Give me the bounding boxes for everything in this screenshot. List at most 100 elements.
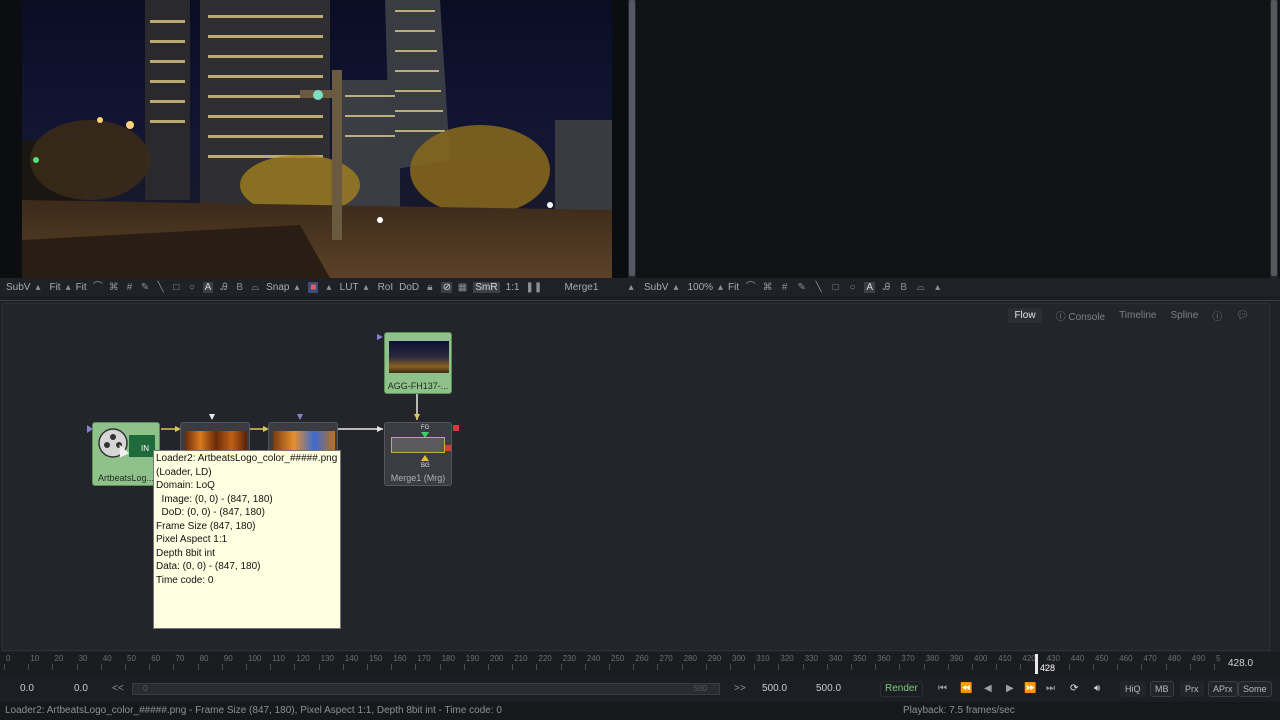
ellipse-tool-icon[interactable]: ○ <box>847 282 858 293</box>
time-ruler-tick-label: 180 <box>441 654 455 663</box>
zoom-menu-right[interactable]: 100% ▴ Fit <box>687 282 739 293</box>
text-b-icon[interactable]: B <box>898 282 909 293</box>
dropdown-arrow-icon: ▴ <box>673 281 679 293</box>
time-ruler-tick-label: 450 <box>1095 654 1109 663</box>
time-ruler-tick-label: 480 <box>1167 654 1181 663</box>
viewer-right-scrollbar[interactable] <box>1270 0 1278 278</box>
step-back-icon[interactable]: ⏪ <box>960 683 972 694</box>
fit-button-label: Fit <box>728 281 740 293</box>
time-ruler-tick-mark <box>972 664 973 670</box>
time-ruler-tick-mark <box>609 664 610 670</box>
scroll-forward-button[interactable]: >> <box>734 683 746 694</box>
roi-button[interactable]: RoI <box>378 282 394 293</box>
mb-button[interactable]: MB <box>1150 681 1174 697</box>
render-end-field[interactable]: 500.0 <box>762 683 787 694</box>
fit-zoom-label: Fit <box>49 281 61 293</box>
grid-icon[interactable]: # <box>125 282 135 293</box>
pause-icon[interactable]: ❚❚ <box>525 282 542 293</box>
play-reverse-icon[interactable]: ◀ <box>984 683 992 694</box>
pen-icon[interactable]: ✎ <box>140 282 150 293</box>
some-button[interactable]: Some <box>1238 681 1272 697</box>
lock-icon[interactable]: 🔒︎ <box>425 282 435 293</box>
merge-bg-input[interactable] <box>421 455 429 461</box>
aprx-button[interactable]: APrx <box>1208 681 1238 697</box>
time-ruler-tick-label: 200 <box>490 654 504 663</box>
time-ruler-tick-label: 70 <box>175 654 185 663</box>
time-ruler-tick-mark <box>923 664 925 670</box>
dropdown-arrow-icon: ▴ <box>35 281 41 293</box>
text-ab-icon[interactable]: Ꭿ <box>219 282 229 293</box>
node-merge[interactable]: FG BG Merge1 (Mrg) <box>384 422 452 486</box>
playhead[interactable] <box>1035 654 1038 674</box>
global-end-field[interactable]: 500.0 <box>816 683 841 694</box>
view-name-menu[interactable]: Merge1 <box>564 282 598 293</box>
subview-menu-right[interactable]: SubV ▴ <box>644 282 681 293</box>
audio-icon[interactable]: 🔊︎ <box>1094 683 1100 694</box>
bspline-tool-icon[interactable]: ⌘ <box>109 282 119 293</box>
time-ruler-tick-label: 360 <box>877 654 891 663</box>
time-ruler-tick-label: 30 <box>78 654 88 663</box>
grid-icon[interactable]: # <box>779 282 790 293</box>
lut-menu[interactable]: LUT ▴ <box>340 282 372 293</box>
current-frame-field[interactable]: 428.0 <box>1228 658 1253 669</box>
subview-label: SubV <box>6 281 31 293</box>
text-a-icon[interactable]: A <box>202 281 214 293</box>
render-start-field[interactable]: 0.0 <box>74 683 88 694</box>
time-ruler-tick-mark <box>512 664 514 670</box>
go-to-start-icon[interactable]: ⏮ <box>938 683 947 694</box>
subview-menu[interactable]: SubV ▴ <box>6 282 43 293</box>
viewer-left-scrollbar[interactable] <box>628 0 636 278</box>
glasses-icon[interactable]: ⌓ <box>251 282 261 293</box>
ellipse-tool-icon[interactable]: ○ <box>187 282 197 293</box>
time-ruler-tick-label: 170 <box>417 654 431 663</box>
smr-button[interactable]: SmR <box>473 281 500 293</box>
rectangle-tool-icon[interactable]: □ <box>171 282 181 293</box>
step-forward-icon[interactable]: ⏩ <box>1024 683 1036 694</box>
range-slider[interactable]: 0 500 <box>132 683 720 695</box>
render-button[interactable]: Render <box>880 681 923 697</box>
time-ruler-tick-label: 330 <box>804 654 818 663</box>
dod-button[interactable]: DoD <box>399 282 419 293</box>
prx-button[interactable]: Prx <box>1180 681 1204 697</box>
polygon-tool-icon[interactable]: ⌒ <box>93 282 103 293</box>
hiq-button[interactable]: HiQ <box>1120 681 1146 697</box>
scroll-back-button[interactable]: << <box>112 683 124 694</box>
ratio-button[interactable]: 1:1 <box>506 282 520 293</box>
bspline-tool-icon[interactable]: ⌘ <box>762 282 773 293</box>
merge-mask-input[interactable] <box>445 445 451 451</box>
node-info-tooltip: Loader2: ArtbeatsLogo_color_#####.png (L… <box>153 450 341 629</box>
node-agg-image[interactable]: AGG-FH137-... <box>384 332 452 394</box>
viewer-left[interactable] <box>0 0 636 278</box>
time-ruler-tick-label: 390 <box>949 654 964 663</box>
fit-zoom-menu[interactable]: Fit ▴ Fit <box>49 282 86 293</box>
snap-menu[interactable]: Snap ▴ <box>266 282 302 293</box>
color-channels-icon[interactable]: ■ <box>308 281 319 293</box>
dropdown-arrow-icon: ▴ <box>628 281 634 293</box>
time-ruler-tick-mark <box>463 664 465 670</box>
time-ruler-tick-label: 300 <box>732 654 746 663</box>
loop-icon[interactable]: ⟳ <box>1070 683 1078 694</box>
play-icon[interactable]: ▶ <box>1006 683 1014 694</box>
time-ruler-tick-mark <box>52 664 54 670</box>
text-ab-icon[interactable]: Ꭿ <box>881 282 892 293</box>
global-start-field[interactable]: 0.0 <box>20 683 34 694</box>
time-ruler-tick-label: 400 <box>974 654 988 663</box>
time-ruler-tick-mark <box>584 664 586 670</box>
time-ruler[interactable]: 0 10 20 30 40 50 60 70 80 90 100 110 120 130 140 150 160… <box>0 652 1280 676</box>
go-to-end-icon[interactable]: ⏭ <box>1046 683 1055 694</box>
glasses-icon[interactable]: ⌓ <box>915 282 926 293</box>
time-ruler-tick-label: 350 <box>853 654 867 663</box>
line-tool-icon[interactable]: ╲ <box>813 282 824 293</box>
viewer-right[interactable] <box>638 0 1280 278</box>
pen-icon[interactable]: ✎ <box>796 282 807 293</box>
time-ruler-tick-label: 10 <box>30 654 40 663</box>
text-a-icon[interactable]: A <box>864 281 876 293</box>
no-entry-icon[interactable]: ⊘ <box>440 281 452 293</box>
line-tool-icon[interactable]: ╲ <box>156 282 166 293</box>
polygon-tool-icon[interactable]: ⌒ <box>745 282 756 293</box>
checker-icon[interactable]: ▦ <box>458 282 468 293</box>
rectangle-tool-icon[interactable]: □ <box>830 282 841 293</box>
status-message: Loader2: ArtbeatsLogo_color_#####.png - … <box>5 705 502 716</box>
time-ruler-tick-label: 440 <box>1070 654 1085 663</box>
text-b-icon[interactable]: B <box>235 282 245 293</box>
